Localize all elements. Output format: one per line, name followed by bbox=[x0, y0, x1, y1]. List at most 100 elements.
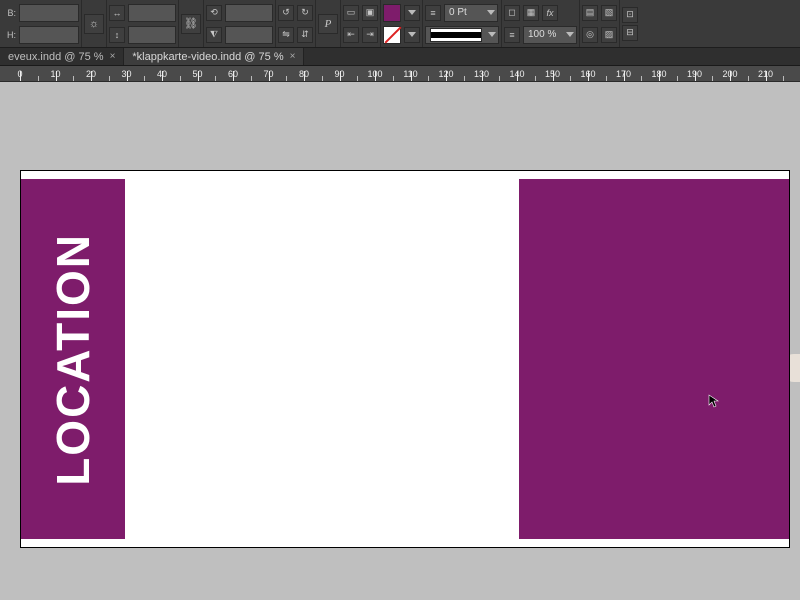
ruler-number: 90 bbox=[334, 69, 344, 79]
ruler-number: 60 bbox=[228, 69, 238, 79]
fx-icon[interactable]: fx bbox=[542, 5, 558, 21]
stroke-weight-dropdown[interactable]: 0 Pt bbox=[444, 4, 498, 22]
ruler-minor-tick bbox=[357, 76, 358, 81]
ruler-minor-tick bbox=[215, 76, 216, 81]
ruler-number: 70 bbox=[263, 69, 273, 79]
page-spread[interactable]: LOCATION bbox=[20, 170, 790, 548]
ruler-minor-tick bbox=[428, 76, 429, 81]
ruler-number: 20 bbox=[86, 69, 96, 79]
ruler-number: 30 bbox=[121, 69, 131, 79]
ruler-minor-tick bbox=[712, 76, 713, 81]
ruler-number: 130 bbox=[474, 69, 489, 79]
close-icon[interactable]: × bbox=[110, 51, 116, 62]
constrain-group: ⛓ bbox=[179, 0, 204, 47]
ruler-minor-tick bbox=[570, 76, 571, 81]
stroke-swatch[interactable] bbox=[383, 26, 401, 44]
size-group: B: H: bbox=[0, 0, 82, 47]
ruler-number: 140 bbox=[509, 69, 524, 79]
ruler-number: 40 bbox=[157, 69, 167, 79]
close-icon[interactable]: × bbox=[290, 51, 296, 62]
select-prev-icon[interactable]: ⇤ bbox=[343, 27, 359, 43]
stroke-weight-stepper-icon[interactable]: ≡ bbox=[425, 5, 441, 21]
rotate-ccw-icon[interactable]: ↺ bbox=[278, 5, 294, 21]
ruler-number: 80 bbox=[299, 69, 309, 79]
ruler-minor-tick bbox=[677, 76, 678, 81]
fill-stroke-group bbox=[381, 0, 423, 47]
opacity-stepper-icon[interactable]: ≡ bbox=[504, 27, 520, 43]
pasteboard[interactable]: LOCATION bbox=[0, 82, 800, 600]
ruler-number: 120 bbox=[438, 69, 453, 79]
document-tab[interactable]: *klappkarte-video.indd @ 75 % × bbox=[124, 48, 304, 65]
ruler-minor-tick bbox=[606, 76, 607, 81]
rotate-cw-icon[interactable]: ↻ bbox=[297, 5, 313, 21]
flip-vertical-icon[interactable]: ⇵ bbox=[297, 27, 313, 43]
ruler-minor-tick bbox=[464, 76, 465, 81]
ruler-number: 110 bbox=[403, 69, 417, 79]
sidebar-panel[interactable]: LOCATION bbox=[21, 179, 125, 539]
ruler-minor-tick bbox=[535, 76, 536, 81]
constrain-proportions-icon[interactable]: ⛓ bbox=[181, 14, 201, 34]
ruler-minor-tick bbox=[286, 76, 287, 81]
horizontal-ruler[interactable]: 0102030405060708090100110120130140150160… bbox=[0, 66, 800, 82]
rotate-icon: ⟲ bbox=[206, 5, 222, 21]
flip-horizontal-icon[interactable]: ⇋ bbox=[278, 27, 294, 43]
drop-shadow-icon[interactable]: ▦ bbox=[523, 5, 539, 21]
select-content-icon[interactable]: ▣ bbox=[362, 5, 378, 21]
scale-x-icon: ↔ bbox=[109, 5, 125, 21]
ruler-number: 150 bbox=[545, 69, 560, 79]
height-field[interactable] bbox=[19, 26, 79, 44]
width-field[interactable] bbox=[19, 4, 79, 22]
text-wrap-object-icon[interactable]: ◎ bbox=[582, 27, 598, 43]
ruler-minor-tick bbox=[38, 76, 39, 81]
ruler-number: 170 bbox=[616, 69, 631, 79]
tab-label: eveux.indd @ 75 % bbox=[8, 51, 104, 63]
text-wrap-jump-icon[interactable]: ▨ bbox=[601, 27, 617, 43]
scale-x-field[interactable] bbox=[128, 4, 176, 22]
stroke-weight-group: ≡ 0 Pt bbox=[423, 0, 502, 47]
ruler-minor-tick bbox=[109, 76, 110, 81]
text-wrap-none-icon[interactable]: ▤ bbox=[582, 5, 598, 21]
ruler-minor-tick bbox=[73, 76, 74, 81]
content-panel[interactable] bbox=[125, 179, 519, 539]
ruler-minor-tick bbox=[144, 76, 145, 81]
sidebar-title: LOCATION bbox=[46, 233, 100, 486]
char-format-group: P bbox=[316, 0, 341, 47]
paragraph-format-icon[interactable]: P bbox=[318, 14, 338, 34]
white-band-top bbox=[21, 171, 789, 179]
white-band-bottom bbox=[21, 539, 789, 547]
chevron-down-icon bbox=[487, 10, 495, 15]
ruler-minor-tick bbox=[393, 76, 394, 81]
chevron-down-icon bbox=[488, 32, 496, 37]
rotate-field[interactable] bbox=[225, 4, 273, 22]
ruler-minor-tick bbox=[322, 76, 323, 81]
width-label: B: bbox=[2, 8, 16, 18]
fill-swatch[interactable] bbox=[383, 4, 401, 22]
ruler-number: 100 bbox=[367, 69, 382, 79]
fit-content-icon[interactable]: ⊡ bbox=[622, 7, 638, 23]
text-wrap-bounding-icon[interactable]: ▧ bbox=[601, 5, 617, 21]
corner-options-icon[interactable]: ◻ bbox=[504, 5, 520, 21]
ruler-minor-tick bbox=[748, 76, 749, 81]
scale-y-field[interactable] bbox=[128, 26, 176, 44]
tab-label: *klappkarte-video.indd @ 75 % bbox=[132, 51, 283, 63]
stroke-menu-icon[interactable] bbox=[404, 27, 420, 43]
ruler-minor-tick bbox=[180, 76, 181, 81]
ruler-number: 190 bbox=[687, 69, 702, 79]
gap-tool-icon[interactable]: ☼ bbox=[84, 14, 104, 34]
effects-group: ◻ ▦ fx ≡ 100 % bbox=[502, 0, 580, 47]
ruler-minor-tick bbox=[641, 76, 642, 81]
document-tab[interactable]: eveux.indd @ 75 % × bbox=[0, 48, 124, 65]
chevron-down-icon bbox=[566, 32, 574, 37]
fill-menu-icon[interactable] bbox=[404, 5, 420, 21]
right-panel[interactable] bbox=[519, 179, 789, 539]
fit-frame-icon[interactable]: ⊟ bbox=[622, 25, 638, 41]
shear-field[interactable] bbox=[225, 26, 273, 44]
select-next-icon[interactable]: ⇥ bbox=[362, 27, 378, 43]
ruler-number: 180 bbox=[651, 69, 666, 79]
select-container-icon[interactable]: ▭ bbox=[343, 5, 359, 21]
ruler-minor-tick bbox=[499, 76, 500, 81]
ruler-number: 210 bbox=[758, 69, 773, 79]
rotate-shear-group: ⟲ ⧨ bbox=[204, 0, 276, 47]
stroke-style-dropdown[interactable] bbox=[425, 26, 499, 44]
opacity-dropdown[interactable]: 100 % bbox=[523, 26, 577, 44]
